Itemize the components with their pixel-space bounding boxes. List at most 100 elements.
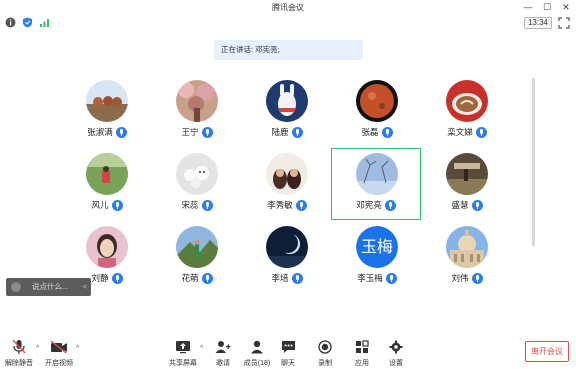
close-button[interactable]: ✕ (559, 1, 573, 13)
invite-icon (215, 341, 231, 353)
microphone-icon (381, 126, 393, 138)
share-screen-icon (176, 341, 190, 354)
chat-label: 聊天 (281, 360, 295, 367)
record-label: 录制 (318, 360, 332, 367)
title-bar: 腾讯会议 — ☐ ✕ (0, 0, 576, 14)
microphone-icon (385, 272, 397, 284)
settings-button[interactable]: 设置 (384, 339, 408, 368)
avatar (86, 226, 128, 268)
microphone-icon (475, 126, 487, 138)
participant-name: 刘静 (91, 273, 109, 283)
info-icon[interactable] (5, 17, 16, 28)
microphone-icon (201, 272, 213, 284)
participant-name: 陆鹿 (271, 127, 289, 137)
collapse-icon[interactable]: < (83, 278, 87, 296)
record-icon (318, 340, 332, 354)
avatar (446, 80, 488, 122)
apps-label: 应用 (355, 360, 369, 367)
speaking-banner: 正在讲话: 邓宪亮; (214, 40, 363, 60)
participant-tile[interactable]: 宋蕊 (152, 149, 242, 221)
record-button[interactable]: 录制 (313, 339, 337, 368)
avatar: 玉梅 (356, 226, 398, 268)
participant-name: 王宁 (181, 127, 199, 137)
microphone-icon (295, 199, 307, 211)
maximize-button[interactable]: ☐ (540, 1, 554, 13)
participant-name: 李培 (271, 273, 289, 283)
participant-tile[interactable]: 张磊 (332, 76, 422, 148)
participant-tile[interactable]: 李秀敏 (242, 149, 332, 221)
avatar (86, 80, 128, 122)
participant-tile[interactable]: 花萌 (152, 222, 242, 294)
participant-tile[interactable]: 陆鹿 (242, 76, 332, 148)
signal-icon[interactable] (39, 17, 50, 28)
shield-icon[interactable] (22, 17, 33, 28)
grid-scrollbar[interactable] (532, 78, 535, 246)
gear-icon (389, 340, 403, 354)
share-screen-button[interactable]: 共享屏幕 (166, 339, 200, 368)
participant-name: 花萌 (181, 273, 199, 283)
participant-name: 李玉梅 (357, 273, 383, 283)
apps-icon (356, 340, 369, 353)
participant-tile[interactable]: 李培 (242, 222, 332, 294)
audio-options-caret[interactable]: ^ (36, 345, 39, 352)
chat-button[interactable]: 聊天 (276, 339, 300, 368)
microphone-muted-icon (12, 339, 26, 354)
microphone-icon (115, 126, 127, 138)
share-options-caret[interactable]: ^ (200, 345, 203, 352)
minimize-button[interactable]: — (521, 1, 535, 13)
participant-name: 刘伟 (451, 273, 469, 283)
chat-placeholder: 说点什么... (32, 282, 69, 291)
participant-tile[interactable]: 玉梅 李玉梅 (332, 222, 422, 294)
meeting-timer: 13:34 (524, 17, 552, 29)
avatar-text: 玉梅 (356, 226, 398, 268)
fullscreen-icon[interactable] (558, 17, 570, 29)
avatar (356, 153, 398, 195)
start-video-button[interactable]: 开启视频 (42, 339, 76, 368)
microphone-icon (291, 272, 303, 284)
participant-name: 张磊 (361, 127, 379, 137)
participant-tile[interactable]: 王宁 (152, 76, 242, 148)
avatar (446, 226, 488, 268)
members-icon (251, 340, 263, 354)
bottom-toolbar: 解除静音 ^ 开启视频 ^ 共享屏幕 ^ 邀请 成员(18) 聊天 录制 应用 … (0, 333, 576, 369)
avatar (266, 80, 308, 122)
video-options-caret[interactable]: ^ (76, 345, 79, 352)
leave-meeting-button[interactable]: 离开会议 (525, 341, 569, 362)
participant-name: 邓宪亮 (356, 200, 382, 210)
members-button[interactable]: 成员(18) (240, 339, 274, 368)
unmute-button[interactable]: 解除静音 (2, 339, 36, 368)
microphone-icon (471, 272, 483, 284)
participant-tile[interactable]: 刘伟 (422, 222, 512, 294)
emoji-icon[interactable] (11, 282, 21, 292)
participant-tile-active-speaker[interactable]: 邓宪亮 (331, 148, 421, 220)
speaking-prefix: 正在讲话: (221, 45, 254, 54)
participant-tile[interactable]: 张淑满 (62, 76, 152, 148)
participant-name: 风儿 (91, 200, 109, 210)
avatar (266, 226, 308, 268)
status-bar: 13:34 (0, 14, 576, 32)
participant-name: 李秀敏 (267, 200, 293, 210)
participant-tile[interactable]: 栾文娣 (422, 76, 512, 148)
avatar (356, 80, 398, 122)
apps-button[interactable]: 应用 (350, 339, 374, 368)
participant-tile[interactable]: 风儿 (62, 149, 152, 221)
participant-tile[interactable]: 盛慧 (422, 149, 512, 221)
members-label: 成员(18) (243, 360, 271, 367)
avatar (176, 153, 218, 195)
speaking-name: 邓宪亮; (255, 45, 280, 54)
unmute-label: 解除静音 (5, 360, 33, 367)
chat-input-bubble[interactable]: 说点什么... < (6, 278, 91, 296)
participant-name: 张淑满 (87, 127, 113, 137)
chat-icon (281, 341, 295, 353)
avatar (266, 153, 308, 195)
microphone-icon (201, 199, 213, 211)
avatar (446, 153, 488, 195)
microphone-icon (384, 199, 396, 211)
microphone-icon (111, 199, 123, 211)
start-video-label: 开启视频 (45, 360, 73, 367)
settings-label: 设置 (389, 360, 403, 367)
window-title: 腾讯会议 (272, 3, 304, 12)
invite-button[interactable]: 邀请 (210, 339, 236, 368)
invite-label: 邀请 (216, 360, 230, 367)
microphone-icon (471, 199, 483, 211)
